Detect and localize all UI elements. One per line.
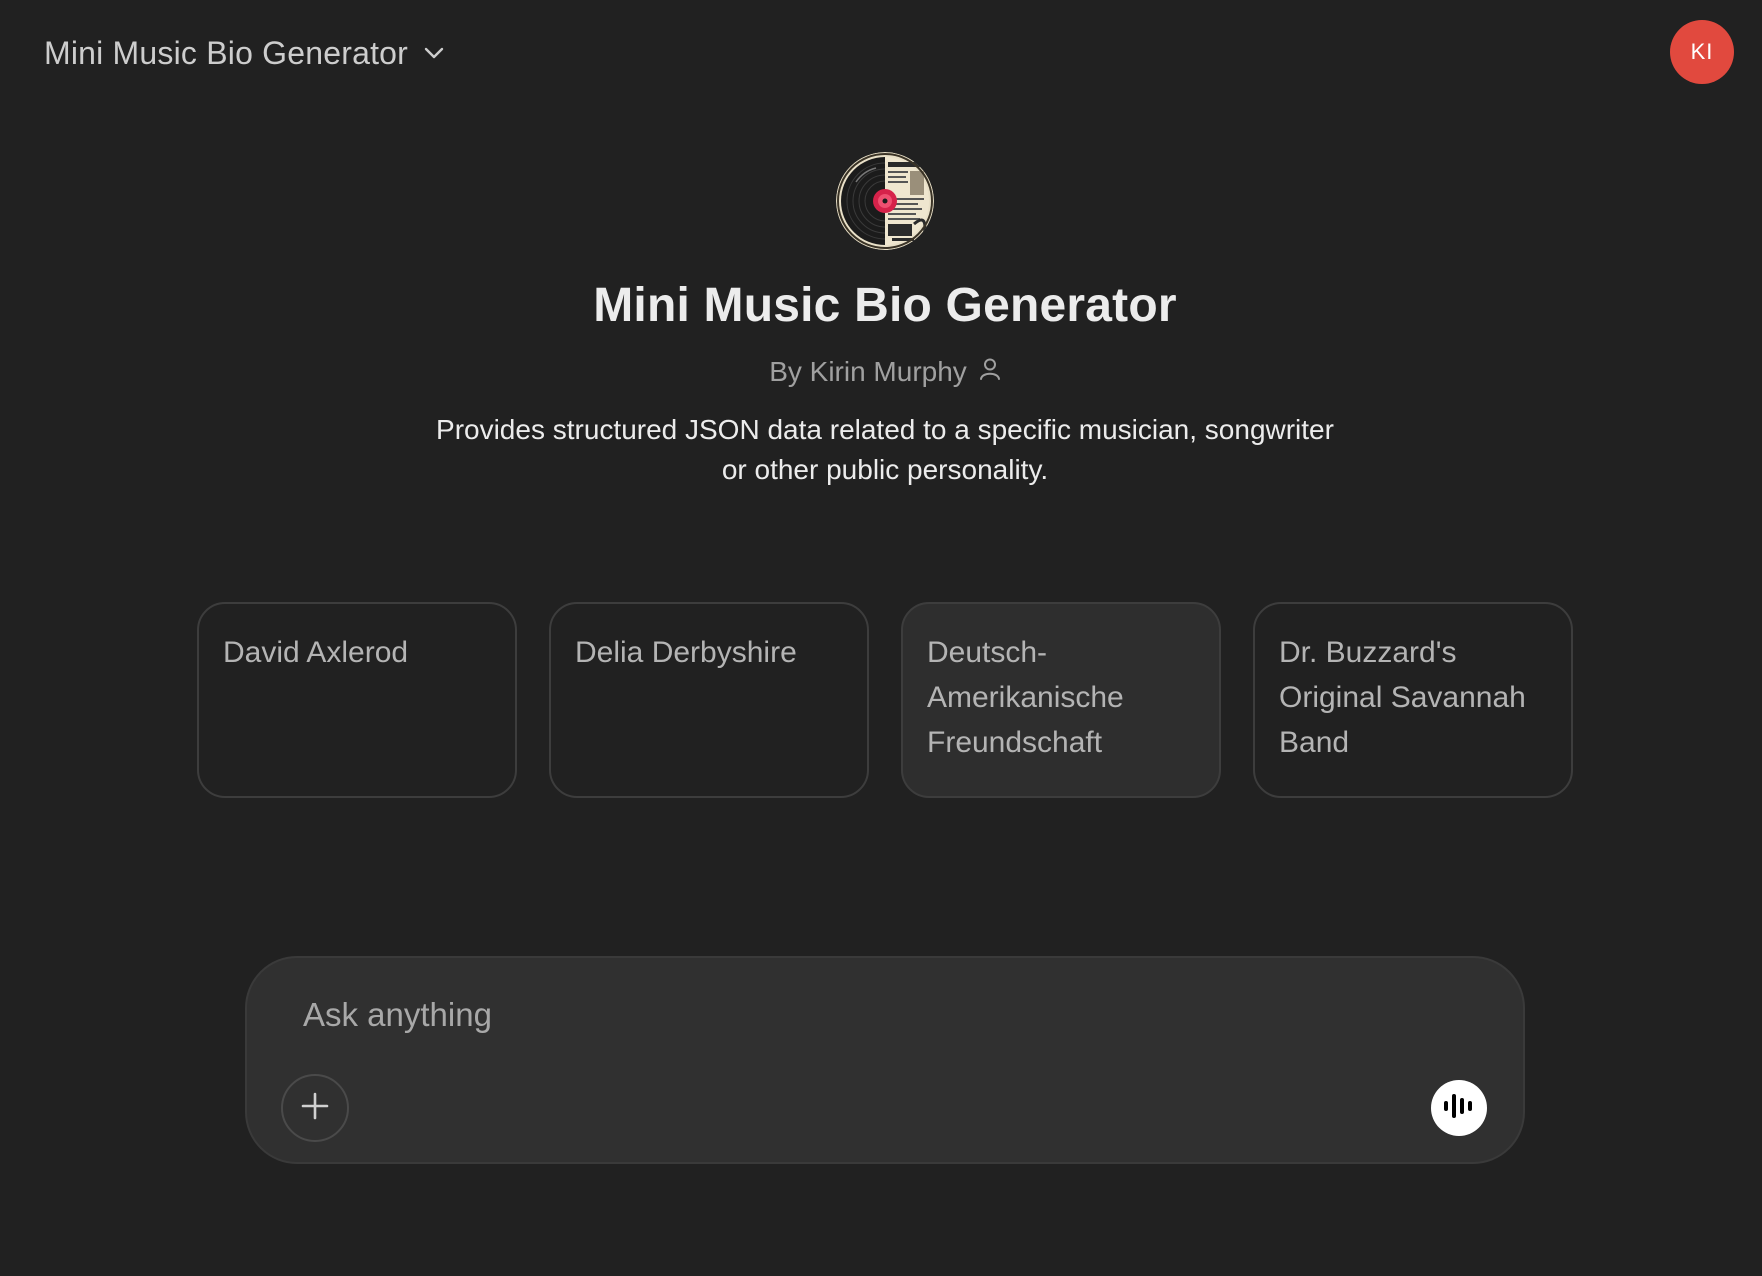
person-icon <box>979 356 1001 388</box>
message-input[interactable] <box>301 992 1405 1038</box>
gpt-title: Mini Music Bio Generator <box>593 279 1177 332</box>
starter-card-dr-buzzards[interactable]: Dr. Buzzard's Original Savannah Band <box>1253 602 1573 798</box>
starter-card-daf[interactable]: Deutsch-Amerikanische Freundschaft <box>901 602 1221 798</box>
byline-text: By Kirin Murphy <box>769 356 967 387</box>
user-avatar[interactable]: KI <box>1670 20 1734 84</box>
gpt-byline: By Kirin Murphy <box>0 356 1762 388</box>
starter-card-david-axlerod[interactable]: David Axlerod <box>197 602 517 798</box>
starter-card-delia-derbyshire[interactable]: Delia Derbyshire <box>549 602 869 798</box>
voice-waveform-icon <box>1442 1091 1476 1126</box>
gpt-landing-page: Mini Music Bio Generator KI Mini Music B… <box>0 0 1762 1276</box>
voice-mode-button[interactable] <box>1431 1080 1487 1136</box>
conversation-starters: David Axlerod Delia Derbyshire Deutsch-A… <box>197 602 1573 798</box>
add-attachment-button[interactable] <box>281 1074 349 1142</box>
message-composer <box>245 956 1525 1164</box>
gpt-description: Provides structured JSON data related to… <box>436 414 1334 485</box>
vinyl-record-logo-icon <box>836 152 934 250</box>
plus-icon <box>300 1091 330 1126</box>
model-picker-label: Mini Music Bio Generator <box>44 34 409 71</box>
chevron-down-icon <box>422 41 446 65</box>
model-picker-button[interactable]: Mini Music Bio Generator <box>44 30 446 76</box>
